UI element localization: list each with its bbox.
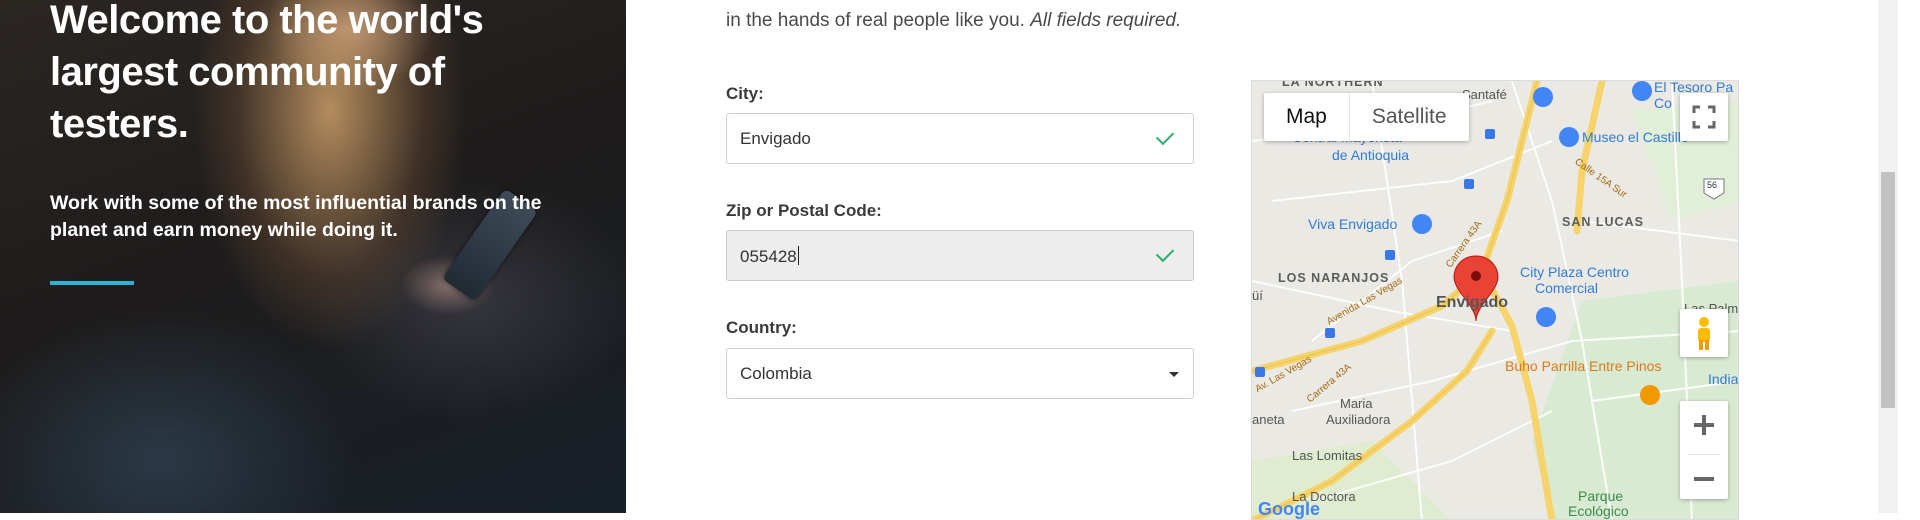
map-label: Museo el Castillo: [1582, 129, 1689, 145]
map-label: Envigado: [1436, 294, 1509, 311]
map-type-control: Map Satellite: [1264, 93, 1469, 141]
map-label: LA NORTHERN: [1282, 80, 1384, 89]
checkmark-icon: [1155, 243, 1175, 263]
zoom-control: [1680, 401, 1728, 499]
minus-icon: [1694, 477, 1714, 481]
map-label: Ecológico: [1568, 503, 1629, 519]
country-value: Colombia: [740, 364, 812, 383]
fullscreen-button[interactable]: [1680, 93, 1728, 141]
hero-accent-rule: [50, 281, 134, 285]
city-value: Envigado: [740, 129, 811, 148]
map-label: India: [1708, 371, 1739, 387]
map-label: Viva Envigado: [1308, 216, 1398, 232]
checkmark-icon: [1155, 126, 1175, 146]
map-label: Las Lomitas: [1292, 448, 1363, 463]
map-label: City Plaza Centro: [1520, 264, 1629, 280]
plus-icon: [1694, 415, 1714, 435]
zip-field[interactable]: 055428: [726, 230, 1194, 281]
map-type-map-button[interactable]: Map: [1264, 93, 1349, 141]
page-scrollbar[interactable]: [1878, 0, 1898, 513]
chevron-down-icon: [1169, 372, 1179, 377]
map-route-number: 56: [1707, 180, 1718, 190]
street-view-pegman-button[interactable]: [1680, 309, 1728, 357]
map-label: Santafé: [1462, 87, 1507, 102]
intro-text-body: in the hands of real people like you.: [726, 10, 1025, 31]
intro-text-required: All fields required.: [1030, 10, 1182, 31]
zip-label: Zip or Postal Code:: [726, 201, 882, 220]
scrollbar-thumb[interactable]: [1881, 172, 1895, 408]
city-label: City:: [726, 84, 764, 103]
fullscreen-icon: [1692, 105, 1716, 129]
zoom-out-button[interactable]: [1680, 455, 1728, 503]
country-select[interactable]: Colombia: [726, 348, 1194, 399]
hero-subtitle: Work with some of the most influential b…: [50, 192, 542, 241]
map-label: Auxiliadora: [1326, 412, 1391, 427]
pegman-icon: [1698, 317, 1710, 350]
text-cursor: [797, 246, 799, 265]
map-label: LOS NARANJOS: [1278, 271, 1390, 285]
map-label: Comercial: [1535, 280, 1599, 296]
hero-panel: Welcome to the world's largest community…: [0, 0, 626, 513]
zip-value: 055428: [740, 247, 797, 266]
country-label: Country:: [726, 318, 797, 337]
city-field[interactable]: Envigado: [726, 113, 1194, 164]
hero-title: Welcome to the world's largest community…: [50, 0, 484, 146]
zoom-in-button[interactable]: [1680, 401, 1728, 449]
map-label: de Antioquia: [1332, 147, 1410, 163]
google-logo: Google: [1258, 499, 1320, 519]
map-label: Co: [1654, 95, 1672, 111]
map-label: Maria: [1340, 396, 1373, 411]
map-type-satellite-button[interactable]: Satellite: [1350, 93, 1469, 141]
map-widget[interactable]: LA NORTHERN Santafé El Tesoro Pa Co Muse…: [1251, 80, 1739, 520]
intro-text: in the hands of real people like you. Al…: [726, 10, 1181, 32]
map-label: üí: [1252, 288, 1263, 303]
map-label: SAN LUCAS: [1562, 215, 1644, 229]
zip-value-wrap: 055428: [740, 246, 799, 267]
map-label: Buho Parrilla Entre Pinos: [1505, 358, 1662, 374]
map-label: aneta: [1252, 412, 1285, 427]
map-label: Parque: [1578, 488, 1624, 504]
